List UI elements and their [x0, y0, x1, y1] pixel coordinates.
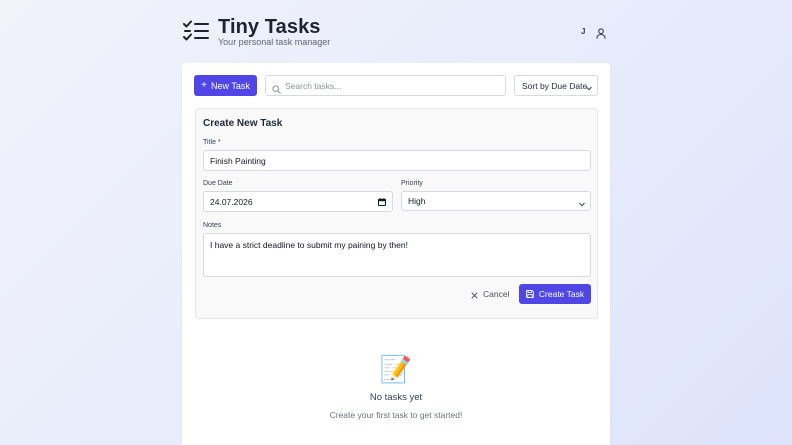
user-icon[interactable]: [596, 26, 606, 39]
new-task-label: New Task: [210, 80, 250, 91]
create-task-button[interactable]: Create Task: [519, 284, 591, 304]
notes-label: Notes: [203, 222, 222, 229]
search-box[interactable]: [265, 75, 506, 96]
plus-icon: +: [201, 79, 207, 91]
new-task-button[interactable]: + New Task: [194, 75, 257, 96]
sort-select[interactable]: Sort by Due Date: [514, 75, 598, 96]
user-initial[interactable]: J: [581, 27, 585, 36]
empty-title: No tasks yet: [369, 392, 423, 403]
memo-icon: 📝: [379, 354, 413, 384]
cancel-button[interactable]: Cancel: [471, 286, 511, 302]
empty-subtitle: Create your first task to get started!: [329, 410, 463, 420]
save-icon: [526, 290, 534, 298]
search-input[interactable]: [285, 76, 500, 95]
create-task-form: Create New Task Title * Finish Painting …: [195, 108, 598, 319]
app-header: Tiny Tasks Your personal task manager J: [183, 16, 608, 50]
close-icon: [471, 291, 478, 298]
checklist-icon: [183, 20, 209, 42]
app-subtitle: Your personal task manager: [218, 37, 331, 47]
chevron-down-icon: [579, 199, 585, 207]
due-date-input[interactable]: 24.07.2026: [203, 191, 393, 212]
title-label: Title *: [203, 139, 221, 146]
notes-value: I have a strict deadline to submit my pa…: [210, 240, 408, 250]
title-input-value: Finish Painting: [210, 155, 266, 166]
sort-selected-value: Sort by Due Date: [522, 80, 588, 91]
app-title: Tiny Tasks: [218, 16, 321, 38]
priority-select[interactable]: High: [401, 191, 591, 211]
empty-state: 📝 No tasks yet Create your first task to…: [182, 353, 610, 420]
title-input[interactable]: Finish Painting: [203, 150, 591, 171]
due-date-label: Due Date: [203, 180, 233, 187]
search-icon: [272, 81, 281, 94]
calendar-icon[interactable]: [378, 198, 386, 207]
priority-label: Priority: [401, 180, 423, 187]
main-card: + New Task Sort by Due Date Create New T…: [182, 63, 610, 445]
due-date-value: 24.07.2026: [210, 196, 253, 207]
priority-value: High: [408, 196, 426, 206]
form-heading: Create New Task: [203, 118, 283, 129]
create-task-label: Create Task: [538, 289, 585, 299]
cancel-label: Cancel: [483, 289, 510, 299]
notes-textarea[interactable]: I have a strict deadline to submit my pa…: [203, 233, 591, 277]
chevron-down-icon: [586, 83, 592, 91]
